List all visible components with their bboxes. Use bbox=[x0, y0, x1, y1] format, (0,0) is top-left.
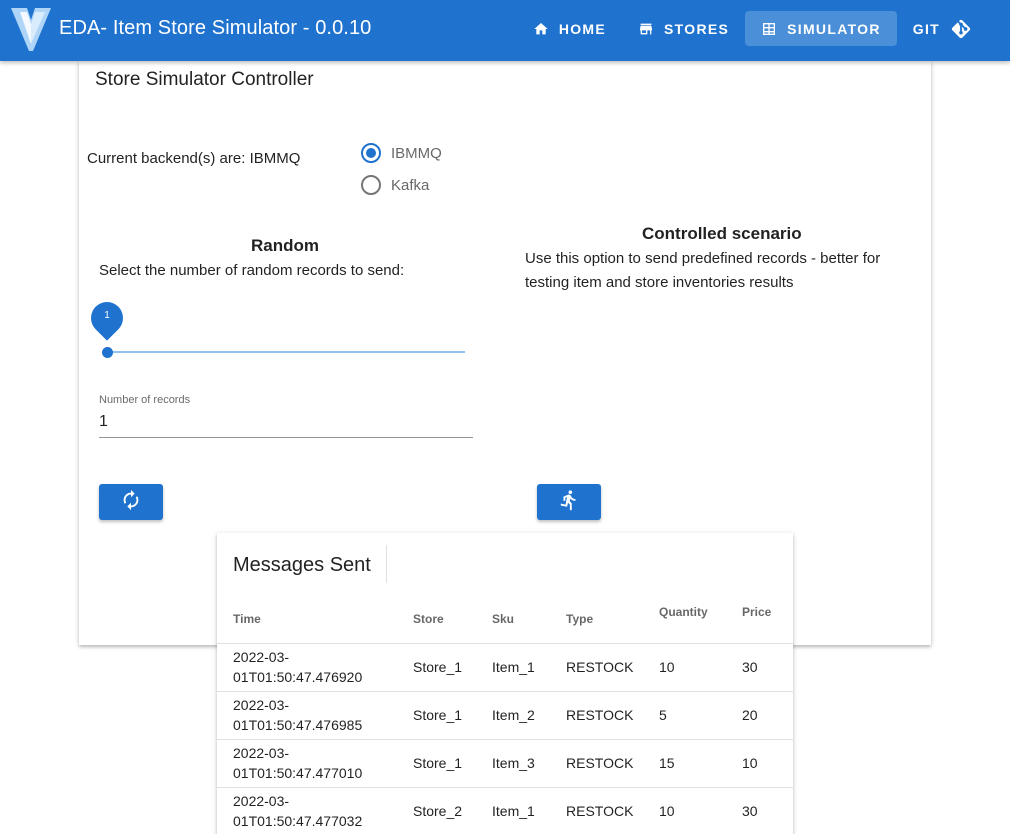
table-row: 2022-03-01T01:50:47.477010 Store_1 Item_… bbox=[217, 739, 793, 788]
slider-thumb[interactable] bbox=[102, 347, 113, 358]
cell-quantity: 15 bbox=[643, 739, 726, 788]
nav-simulator-button[interactable]: SIMULATOR bbox=[745, 11, 897, 46]
refresh-icon bbox=[120, 489, 142, 516]
radio-ibmmq[interactable]: IBMMQ bbox=[361, 143, 442, 163]
cell-time: 2022-03-01T01:50:47.476920 bbox=[217, 643, 397, 692]
column-header-type[interactable]: Type bbox=[550, 595, 643, 644]
cell-type: RESTOCK bbox=[550, 787, 643, 834]
app-title: EDA- Item Store Simulator - 0.0.10 bbox=[59, 17, 372, 39]
cell-price: 10 bbox=[726, 739, 793, 788]
cell-type: RESTOCK bbox=[550, 643, 643, 692]
nav-home-button[interactable]: HOME bbox=[517, 11, 622, 46]
run-scenario-button[interactable] bbox=[537, 484, 601, 520]
cell-price: 30 bbox=[726, 787, 793, 834]
radio-kafka[interactable]: Kafka bbox=[361, 175, 429, 195]
input-underline bbox=[99, 437, 473, 438]
radio-ibmmq-label: IBMMQ bbox=[391, 144, 442, 162]
number-of-records-input[interactable]: 1 bbox=[99, 413, 108, 431]
table-header-row: Time Store Sku Type Quantity Price bbox=[217, 595, 793, 644]
nav-simulator-label: SIMULATOR bbox=[787, 20, 881, 37]
radio-button-unchecked[interactable] bbox=[361, 175, 381, 195]
random-section-title: Random bbox=[251, 236, 319, 255]
column-header-store[interactable]: Store bbox=[397, 595, 476, 644]
messages-title: Messages Sent bbox=[233, 554, 371, 576]
app-bar: EDA- Item Store Simulator - 0.0.10 HOME … bbox=[0, 0, 1010, 61]
column-header-time[interactable]: Time bbox=[217, 595, 397, 644]
nav-git-label: GIT bbox=[912, 20, 940, 37]
cell-store: Store_1 bbox=[397, 643, 476, 692]
table-icon bbox=[761, 21, 777, 37]
home-icon bbox=[533, 21, 549, 37]
cell-time: 2022-03-01T01:50:47.477010 bbox=[217, 739, 397, 788]
number-of-records-label: Number of records bbox=[99, 394, 191, 406]
nav-stores-label: STORES bbox=[664, 20, 730, 37]
cell-quantity: 5 bbox=[643, 691, 726, 740]
nav-git-button[interactable]: GIT bbox=[897, 11, 988, 46]
vuetify-logo bbox=[11, 8, 51, 51]
messages-table: Time Store Sku Type Quantity Price 2022-… bbox=[217, 595, 793, 834]
cell-sku: Item_1 bbox=[476, 787, 550, 834]
cell-type: RESTOCK bbox=[550, 691, 643, 740]
controlled-section-title: Controlled scenario bbox=[642, 224, 802, 243]
card-title: Store Simulator Controller bbox=[95, 69, 314, 90]
main-nav: HOME STORES SIMULATOR GIT bbox=[517, 11, 988, 46]
cell-sku: Item_1 bbox=[476, 643, 550, 692]
backend-status-text: Current backend(s) are: IBMMQ bbox=[87, 150, 301, 167]
column-header-sku[interactable]: Sku bbox=[476, 595, 550, 644]
title-divider bbox=[386, 545, 387, 583]
random-description: Select the number of random records to s… bbox=[99, 262, 405, 279]
send-random-button[interactable] bbox=[99, 484, 163, 520]
git-icon bbox=[950, 18, 972, 40]
run-icon bbox=[558, 489, 580, 516]
table-row: 2022-03-01T01:50:47.477032 Store_2 Item_… bbox=[217, 787, 793, 834]
messages-sent-card: Messages Sent Time Store Sku Type Quanti… bbox=[217, 533, 793, 834]
cell-quantity: 10 bbox=[643, 643, 726, 692]
records-slider[interactable] bbox=[107, 351, 465, 353]
nav-stores-button[interactable]: STORES bbox=[622, 11, 745, 46]
cell-store: Store_1 bbox=[397, 739, 476, 788]
cell-time: 2022-03-01T01:50:47.476985 bbox=[217, 691, 397, 740]
radio-button-checked[interactable] bbox=[361, 143, 381, 163]
table-row: 2022-03-01T01:50:47.476920 Store_1 Item_… bbox=[217, 643, 793, 692]
cell-store: Store_1 bbox=[397, 691, 476, 740]
cell-price: 30 bbox=[726, 643, 793, 692]
column-header-quantity[interactable]: Quantity bbox=[643, 595, 726, 644]
slider-value-text: 1 bbox=[104, 310, 110, 321]
radio-kafka-label: Kafka bbox=[391, 176, 430, 194]
cell-quantity: 10 bbox=[643, 787, 726, 834]
cell-store: Store_2 bbox=[397, 787, 476, 834]
table-row: 2022-03-01T01:50:47.476985 Store_1 Item_… bbox=[217, 691, 793, 740]
cell-sku: Item_2 bbox=[476, 691, 550, 740]
cell-time: 2022-03-01T01:50:47.477032 bbox=[217, 787, 397, 834]
nav-home-label: HOME bbox=[558, 20, 607, 37]
cell-sku: Item_3 bbox=[476, 739, 550, 788]
cell-price: 20 bbox=[726, 691, 793, 740]
cell-type: RESTOCK bbox=[550, 739, 643, 788]
controlled-description: Use this option to send predefined recor… bbox=[525, 250, 881, 291]
store-icon bbox=[638, 21, 654, 37]
column-header-price[interactable]: Price bbox=[726, 595, 793, 644]
